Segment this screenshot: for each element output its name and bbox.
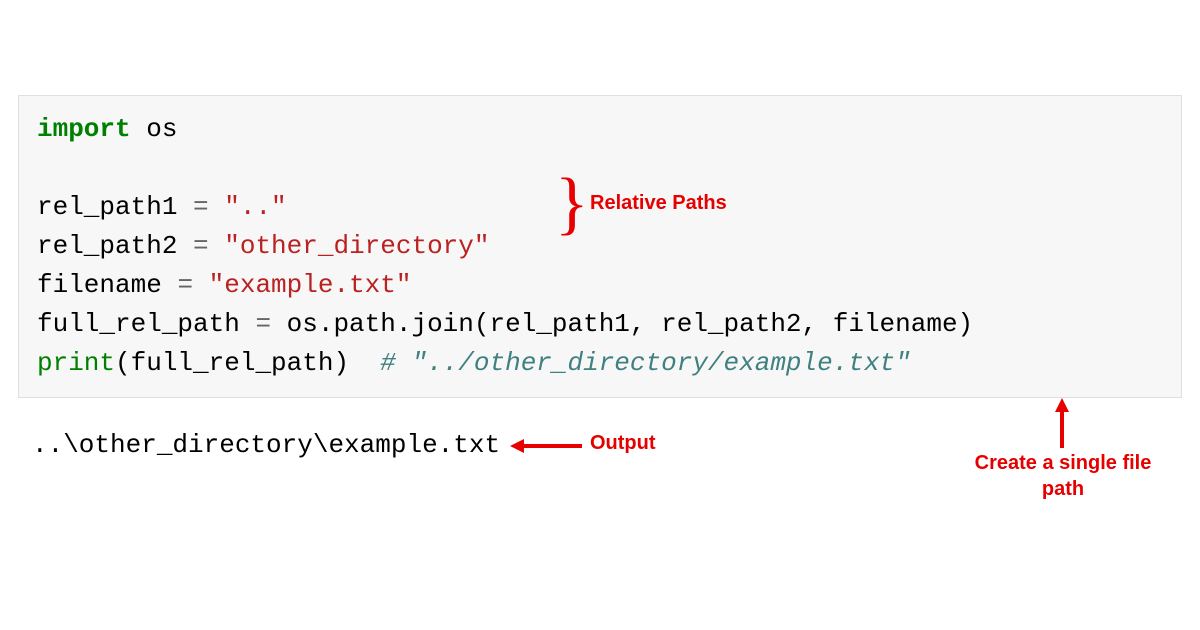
- code-line-blank: [37, 149, 1163, 188]
- arrow-up-icon: [1055, 398, 1069, 448]
- print-arg: (full_rel_path): [115, 348, 380, 378]
- arrow-left-icon: [510, 439, 582, 453]
- var-filename: filename: [37, 270, 177, 300]
- output-text: ..\other_directory\example.txt: [32, 430, 500, 460]
- annotation-relative-paths: Relative Paths: [590, 192, 727, 215]
- code-line-5: filename = "example.txt": [37, 266, 1163, 305]
- curly-brace-icon: }: [555, 166, 585, 242]
- equals-op: =: [255, 309, 271, 339]
- string-otherdir: "other_directory": [209, 231, 490, 261]
- var-relpath1: rel_path1: [37, 192, 193, 222]
- string-example: "example.txt": [193, 270, 411, 300]
- expr-join: os.path.join(rel_path1, rel_path2, filen…: [271, 309, 973, 339]
- equals-op: =: [193, 231, 209, 261]
- func-print: print: [37, 348, 115, 378]
- var-fullrelpath: full_rel_path: [37, 309, 255, 339]
- code-line-7: print(full_rel_path) # "../other_directo…: [37, 344, 1163, 383]
- annotation-output: Output: [590, 432, 656, 455]
- code-block: import os rel_path1 = ".." rel_path2 = "…: [18, 95, 1182, 398]
- comment: # "../other_directory/example.txt": [380, 348, 911, 378]
- equals-op: =: [177, 270, 193, 300]
- module-os: os: [131, 114, 178, 144]
- code-line-6: full_rel_path = os.path.join(rel_path1, …: [37, 305, 1163, 344]
- code-line-4: rel_path2 = "other_directory": [37, 227, 1163, 266]
- equals-op: =: [193, 192, 209, 222]
- var-relpath2: rel_path2: [37, 231, 193, 261]
- annotation-single-file-path: Create a single file path: [953, 450, 1173, 502]
- code-line-1: import os: [37, 110, 1163, 149]
- string-dotdot: "..": [209, 192, 287, 222]
- keyword-import: import: [37, 114, 131, 144]
